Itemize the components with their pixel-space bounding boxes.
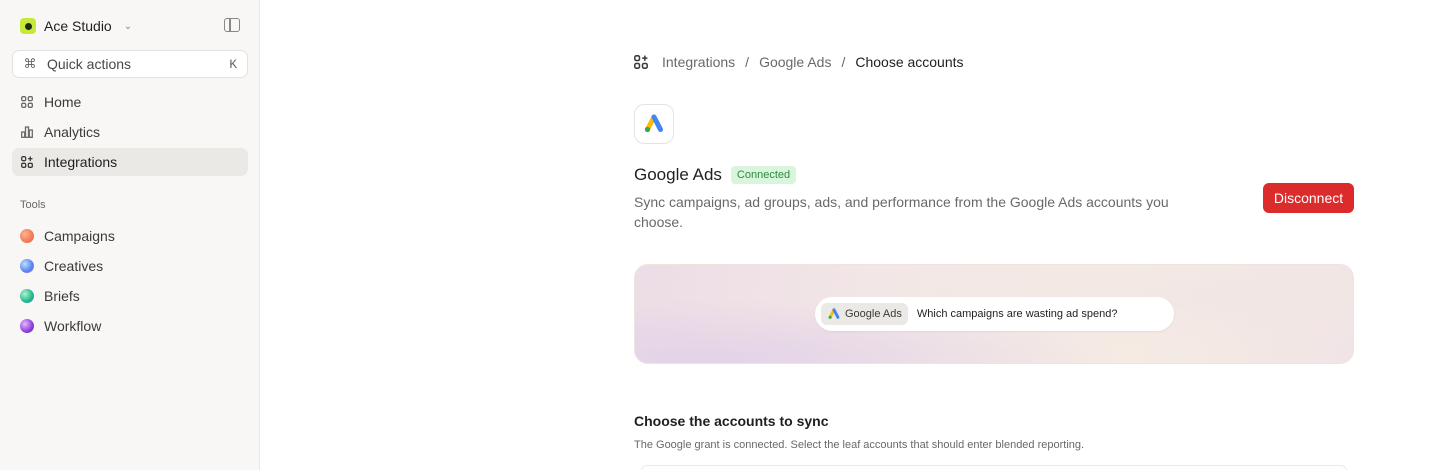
- breadcrumb-google-ads-link[interactable]: Google Ads: [759, 54, 831, 70]
- tools-section-label: Tools: [20, 199, 46, 211]
- sidebar-item-workflow[interactable]: Workflow: [12, 312, 248, 340]
- sidebar-item-analytics[interactable]: Analytics: [12, 118, 248, 146]
- campaigns-icon: [20, 229, 34, 243]
- workspace-logo: [20, 18, 36, 34]
- accounts-section-description: The Google grant is connected. Select th…: [634, 439, 1085, 451]
- briefs-icon: [20, 289, 34, 303]
- hero-banner: Google Ads Which campaigns are wasting a…: [634, 264, 1354, 364]
- sidebar-item-home[interactable]: Home: [12, 88, 248, 116]
- status-badge: Connected: [730, 166, 797, 184]
- grid-icon: [20, 95, 34, 109]
- sidebar-item-label: Analytics: [44, 124, 101, 140]
- quick-actions-label: Quick actions: [47, 56, 132, 72]
- accounts-table: [640, 465, 1348, 470]
- breadcrumb-separator: /: [841, 54, 846, 70]
- integration-title: Google Ads: [634, 165, 722, 184]
- sidebar-item-briefs[interactable]: Briefs: [12, 282, 248, 310]
- sidebar-toggle-icon[interactable]: [224, 18, 240, 32]
- sidebar-item-campaigns[interactable]: Campaigns: [12, 222, 248, 250]
- sidebar-item-label: Home: [44, 94, 82, 110]
- sidebar-item-creatives[interactable]: Creatives: [12, 252, 248, 280]
- workspace-name: Ace Studio: [44, 18, 112, 34]
- shortcut-key: K: [229, 56, 237, 72]
- example-prompt[interactable]: Google Ads Which campaigns are wasting a…: [815, 297, 1174, 331]
- source-chip: Google Ads: [821, 303, 908, 325]
- integrations-icon: [634, 55, 648, 69]
- sidebar: Ace Studio ⌄ ⌘ Quick actions K Home Anal…: [0, 0, 260, 470]
- creatives-icon: [20, 259, 34, 273]
- sidebar-item-label: Campaigns: [44, 228, 115, 244]
- breadcrumb-current: Choose accounts: [855, 54, 964, 70]
- breadcrumb-separator: /: [745, 54, 750, 70]
- sidebar-item-label: Creatives: [44, 258, 104, 274]
- command-icon: ⌘: [23, 56, 37, 71]
- workflow-icon: [20, 319, 34, 333]
- integration-description: Sync campaigns, ad groups, ads, and perf…: [634, 194, 1169, 230]
- integrations-icon: [20, 155, 34, 169]
- sidebar-item-label: Briefs: [44, 288, 80, 304]
- prompt-text: Which campaigns are wasting ad spend?: [916, 308, 1118, 320]
- sidebar-item-label: Integrations: [44, 154, 118, 170]
- google-ads-logo: [634, 104, 674, 144]
- disconnect-button[interactable]: Disconnect: [1263, 183, 1354, 213]
- sidebar-item-label: Workflow: [44, 318, 102, 334]
- breadcrumb: Integrations / Google Ads / Choose accou…: [634, 53, 964, 71]
- accounts-section-title: Choose the accounts to sync: [634, 413, 829, 429]
- workspace-switcher[interactable]: Ace Studio ⌄: [20, 16, 132, 36]
- bar-chart-icon: [20, 125, 34, 139]
- google-ads-icon: [828, 308, 840, 319]
- integration-header: Google Ads Connected: [634, 165, 797, 185]
- sidebar-item-integrations[interactable]: Integrations: [12, 148, 248, 176]
- chevron-down-icon: ⌄: [123, 20, 133, 32]
- source-chip-label: Google Ads: [845, 308, 902, 320]
- quick-actions-button[interactable]: ⌘ Quick actions K: [12, 50, 248, 78]
- google-ads-icon: [644, 114, 663, 133]
- breadcrumb-integrations-link[interactable]: Integrations: [662, 54, 735, 70]
